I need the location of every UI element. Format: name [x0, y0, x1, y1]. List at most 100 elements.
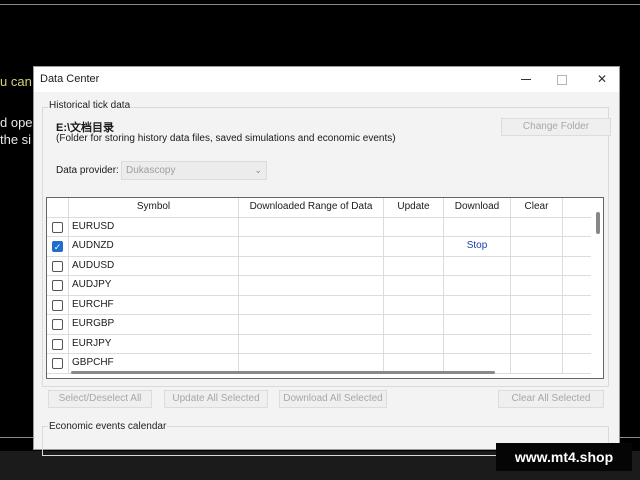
range-cell: [239, 276, 384, 295]
row-checkbox-cell[interactable]: [47, 315, 69, 334]
clear-all-selected-button[interactable]: Clear All Selected: [498, 390, 604, 408]
table-header: Symbol Downloaded Range of Data Update D…: [47, 198, 593, 218]
update-cell[interactable]: [384, 354, 444, 373]
extra-cell: [563, 295, 593, 314]
checkbox-icon[interactable]: [52, 358, 63, 369]
minimize-button[interactable]: [508, 67, 544, 92]
extra-cell: [563, 354, 593, 373]
table-row[interactable]: AUDUSD: [47, 256, 593, 276]
range-cell: [239, 354, 384, 373]
close-icon: ✕: [596, 72, 608, 86]
symbol-cell: AUDUSD: [69, 256, 239, 275]
update-cell[interactable]: [384, 237, 444, 256]
clear-cell[interactable]: [511, 217, 563, 236]
window-title: Data Center: [40, 73, 100, 85]
row-checkbox-cell[interactable]: [47, 354, 69, 373]
select-deselect-all-button[interactable]: Select/Deselect All: [48, 390, 152, 408]
checkbox-icon[interactable]: [52, 299, 63, 311]
bg-text-line2: d ope: [0, 115, 33, 130]
horizontal-scroll-thumb[interactable]: [71, 371, 495, 374]
symbol-cell: AUDNZD: [69, 237, 239, 256]
update-cell[interactable]: [384, 295, 444, 314]
header-download[interactable]: Download: [444, 198, 511, 217]
update-cell[interactable]: [384, 334, 444, 353]
symbol-cell: EURGBP: [69, 315, 239, 334]
download-cell[interactable]: [444, 295, 511, 314]
extra-cell: [563, 276, 593, 295]
row-checkbox-cell[interactable]: [47, 295, 69, 314]
clear-cell[interactable]: [511, 276, 563, 295]
maximize-button[interactable]: [544, 67, 580, 92]
symbol-cell: EURUSD: [69, 217, 239, 236]
maximize-icon: [557, 74, 567, 85]
watermark: www.mt4.shop: [496, 443, 632, 471]
update-cell[interactable]: [384, 276, 444, 295]
range-cell: [239, 315, 384, 334]
clear-cell[interactable]: [511, 256, 563, 275]
bg-text-line3: the si: [0, 132, 32, 147]
title-bar[interactable]: Data Center ✕: [34, 67, 619, 92]
download-cell[interactable]: [444, 334, 511, 353]
download-all-selected-button[interactable]: Download All Selected: [279, 390, 387, 408]
header-symbol[interactable]: Symbol: [69, 198, 239, 217]
clear-cell[interactable]: [511, 354, 563, 373]
row-checkbox-cell[interactable]: [47, 276, 69, 295]
update-cell[interactable]: [384, 217, 444, 236]
provider-select[interactable]: Dukascopy ⌄: [121, 161, 267, 180]
historical-tick-label: Historical tick data: [48, 100, 132, 111]
row-checkbox-cell[interactable]: [47, 217, 69, 236]
download-cell[interactable]: [444, 276, 511, 295]
row-checkbox-cell[interactable]: [47, 256, 69, 275]
data-center-window: Data Center ✕ Historical tick data E:\文档…: [33, 66, 620, 456]
folder-description: (Folder for storing history data files, …: [56, 133, 396, 144]
table-row[interactable]: EURUSD: [47, 217, 593, 237]
range-cell: [239, 237, 384, 256]
bg-text-line1: u can: [0, 74, 32, 89]
checkbox-icon[interactable]: [52, 280, 63, 291]
table-row[interactable]: EURGBP: [47, 315, 593, 335]
extra-cell: [563, 315, 593, 334]
checkbox-icon[interactable]: [52, 338, 63, 350]
range-cell: [239, 256, 384, 275]
header-update[interactable]: Update: [384, 198, 444, 217]
extra-cell: [563, 217, 593, 236]
clear-cell[interactable]: [511, 237, 563, 256]
header-check: [47, 198, 69, 217]
vertical-scroll-thumb[interactable]: [596, 212, 600, 234]
header-clear[interactable]: Clear: [511, 198, 563, 217]
stop-link[interactable]: Stop: [444, 237, 511, 256]
clear-cell[interactable]: [511, 334, 563, 353]
update-cell[interactable]: [384, 315, 444, 334]
provider-value: Dukascopy: [126, 165, 176, 176]
header-range[interactable]: Downloaded Range of Data: [239, 198, 384, 217]
download-cell[interactable]: [444, 217, 511, 236]
vertical-scrollbar[interactable]: [591, 198, 603, 378]
extra-cell: [563, 334, 593, 353]
table-row[interactable]: EURCHF: [47, 295, 593, 315]
table-row[interactable]: EURJPY: [47, 334, 593, 354]
clear-cell[interactable]: [511, 315, 563, 334]
symbol-cell: EURJPY: [69, 334, 239, 353]
download-cell[interactable]: [444, 315, 511, 334]
close-button[interactable]: ✕: [584, 67, 620, 92]
minimize-icon: [521, 79, 531, 81]
download-cell[interactable]: [444, 354, 511, 373]
checkbox-icon[interactable]: [52, 260, 63, 272]
download-cell[interactable]: [444, 256, 511, 275]
update-cell[interactable]: [384, 256, 444, 275]
provider-label: Data provider:: [56, 165, 119, 176]
table-row[interactable]: AUDJPY: [47, 276, 593, 296]
chevron-down-icon: ⌄: [254, 165, 262, 175]
checkbox-icon[interactable]: [52, 221, 63, 233]
row-checkbox-cell[interactable]: [47, 334, 69, 353]
update-all-selected-button[interactable]: Update All Selected: [164, 390, 268, 408]
table-row[interactable]: ✓ AUDNZD Stop: [47, 237, 593, 257]
row-checkbox-cell[interactable]: ✓: [47, 237, 69, 256]
clear-cell[interactable]: [511, 295, 563, 314]
checkbox-icon[interactable]: [52, 319, 63, 330]
symbol-cell: AUDJPY: [69, 276, 239, 295]
checkbox-checked-icon[interactable]: ✓: [52, 241, 63, 252]
change-folder-button[interactable]: Change Folder: [501, 118, 611, 136]
range-cell: [239, 217, 384, 236]
symbol-cell: GBPCHF: [69, 354, 239, 373]
